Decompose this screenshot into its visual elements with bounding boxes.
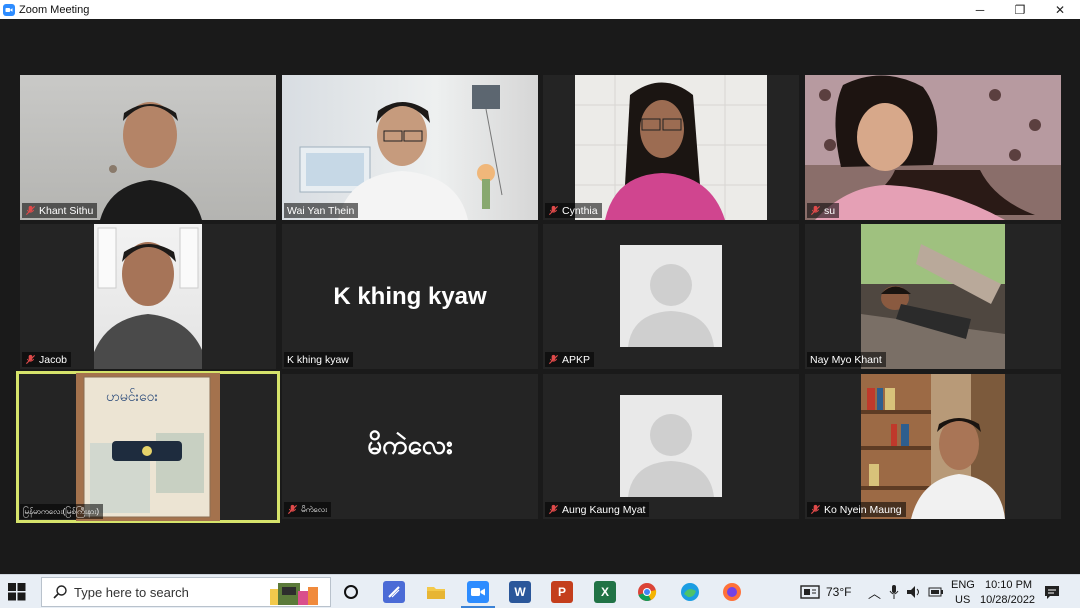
title-bar: Zoom Meeting ─ ❐ ✕ <box>0 0 1080 19</box>
search-icon <box>53 585 67 599</box>
video-tile[interactable]: Ko Nyein Maung <box>805 374 1061 519</box>
firefox-icon[interactable] <box>721 581 743 603</box>
mic-muted-icon <box>287 504 298 515</box>
nameplate: Cynthia <box>545 203 602 218</box>
video-tile[interactable]: Khant Sithu <box>20 75 276 220</box>
nameplate: APKP <box>545 352 595 367</box>
participant-video <box>805 75 1061 220</box>
clock-time[interactable]: 10:10 PM <box>985 579 1032 591</box>
word-icon[interactable]: W <box>509 581 531 603</box>
participant-name: APKP <box>562 353 591 366</box>
mic-muted-icon <box>548 354 559 365</box>
weather-temperature[interactable]: 73°F <box>826 585 851 599</box>
nameplate: Aung Kaung Myat <box>545 502 650 517</box>
zoom-taskbar-icon[interactable] <box>467 581 489 603</box>
maximize-button[interactable]: ❐ <box>1000 0 1040 19</box>
nameplate: Nay Myo Khant <box>807 352 886 367</box>
gallery-view: Khant Sithu Wai Yan Thein Cynthia su Jac… <box>0 19 1080 574</box>
video-tile[interactable]: Wai Yan Thein <box>282 75 538 220</box>
taskbar: W P X 73°F ︿ ENG US 10:10 PM 10/28/2022 <box>0 574 1080 608</box>
input-region[interactable]: US <box>955 594 970 606</box>
notifications-icon[interactable] <box>1044 584 1060 600</box>
taskbar-search-box[interactable] <box>41 577 331 607</box>
volume-icon[interactable] <box>906 584 922 600</box>
nameplate: Ko Nyein Maung <box>807 502 906 517</box>
default-avatar-icon <box>620 245 722 347</box>
participant-name: Nay Myo Khant <box>810 353 882 366</box>
mic-muted-icon <box>548 504 559 515</box>
default-avatar-icon <box>620 395 722 497</box>
participant-name-display: မိကဲလေး <box>367 429 453 459</box>
video-tile[interactable]: K khing kyaw K khing kyaw <box>282 224 538 369</box>
news-widget-icon[interactable] <box>800 584 820 600</box>
nameplate: Khant Sithu <box>22 203 98 218</box>
participant-name: Aung Kaung Myat <box>562 503 646 516</box>
participant-video <box>89 224 208 369</box>
participant-name: Cynthia <box>562 204 598 217</box>
participant-name: su <box>824 204 836 217</box>
video-tile[interactable]: မိကဲလေး မိကဲလေး <box>282 374 538 519</box>
participant-video <box>282 75 538 220</box>
participant-video: ဟမင်းဝေး <box>76 373 220 521</box>
mic-muted-icon <box>25 354 36 365</box>
nameplate: မိကဲလေး <box>284 502 332 517</box>
video-tile[interactable]: su <box>805 75 1061 220</box>
mic-muted-icon <box>810 205 821 216</box>
microphone-icon[interactable] <box>889 584 899 600</box>
nameplate: su <box>807 203 840 218</box>
cortana-icon[interactable] <box>340 581 362 603</box>
video-tile[interactable]: Aung Kaung Myat <box>543 374 799 519</box>
video-tile[interactable]: Nay Myo Khant <box>805 224 1061 369</box>
zoom-app-icon <box>3 3 15 16</box>
file-explorer-icon[interactable] <box>425 581 447 603</box>
powerpoint-icon[interactable]: P <box>551 581 573 603</box>
participant-name: K khing kyaw <box>287 353 349 366</box>
video-tile-active-speaker[interactable]: ဟမင်းဝေး မြန်မာကလေး(မြစ်ကြီးနား) <box>16 371 280 523</box>
participant-video <box>861 224 1005 369</box>
input-language[interactable]: ENG <box>951 579 975 591</box>
excel-icon[interactable]: X <box>594 581 616 603</box>
participant-name: Khant Sithu <box>39 204 94 217</box>
edge-icon[interactable] <box>679 581 701 603</box>
nameplate: မြန်မာကလေး(မြစ်ကြီးနား) <box>20 504 104 519</box>
svg-text:ဟမင်းဝေး: ဟမင်းဝေး <box>106 389 158 405</box>
nameplate: Jacob <box>22 352 72 367</box>
window-title: Zoom Meeting <box>19 3 90 16</box>
chevron-up-icon[interactable]: ︿ <box>868 583 881 602</box>
mic-muted-icon <box>548 205 559 216</box>
minimize-button[interactable]: ─ <box>960 0 1000 19</box>
search-highlight-icon <box>270 583 318 605</box>
participant-name: Jacob <box>39 353 68 366</box>
windows-start-icon[interactable] <box>8 583 26 601</box>
chrome-icon[interactable] <box>636 581 658 603</box>
task-view-app-icon[interactable] <box>383 581 405 603</box>
participant-name: မိကဲလေး <box>301 504 328 514</box>
participant-name: Wai Yan Thein <box>287 204 355 217</box>
mic-muted-icon <box>25 205 36 216</box>
nameplate: K khing kyaw <box>284 352 353 367</box>
participant-video <box>575 75 767 220</box>
close-button[interactable]: ✕ <box>1040 0 1080 19</box>
participant-name: မြန်မာကလေး(မြစ်ကြီးနား) <box>23 506 100 516</box>
battery-icon[interactable] <box>928 586 944 598</box>
video-tile[interactable]: Cynthia <box>543 75 799 220</box>
search-input[interactable] <box>74 584 254 600</box>
video-tile[interactable]: APKP <box>543 224 799 369</box>
video-tile[interactable]: Jacob <box>20 224 276 369</box>
participant-name-display: K khing kyaw <box>333 282 487 310</box>
participant-video <box>861 374 1005 519</box>
participant-video <box>20 75 276 220</box>
clock-date[interactable]: 10/28/2022 <box>980 594 1035 606</box>
nameplate: Wai Yan Thein <box>284 203 359 218</box>
participant-name: Ko Nyein Maung <box>824 503 902 516</box>
mic-muted-icon <box>810 504 821 515</box>
